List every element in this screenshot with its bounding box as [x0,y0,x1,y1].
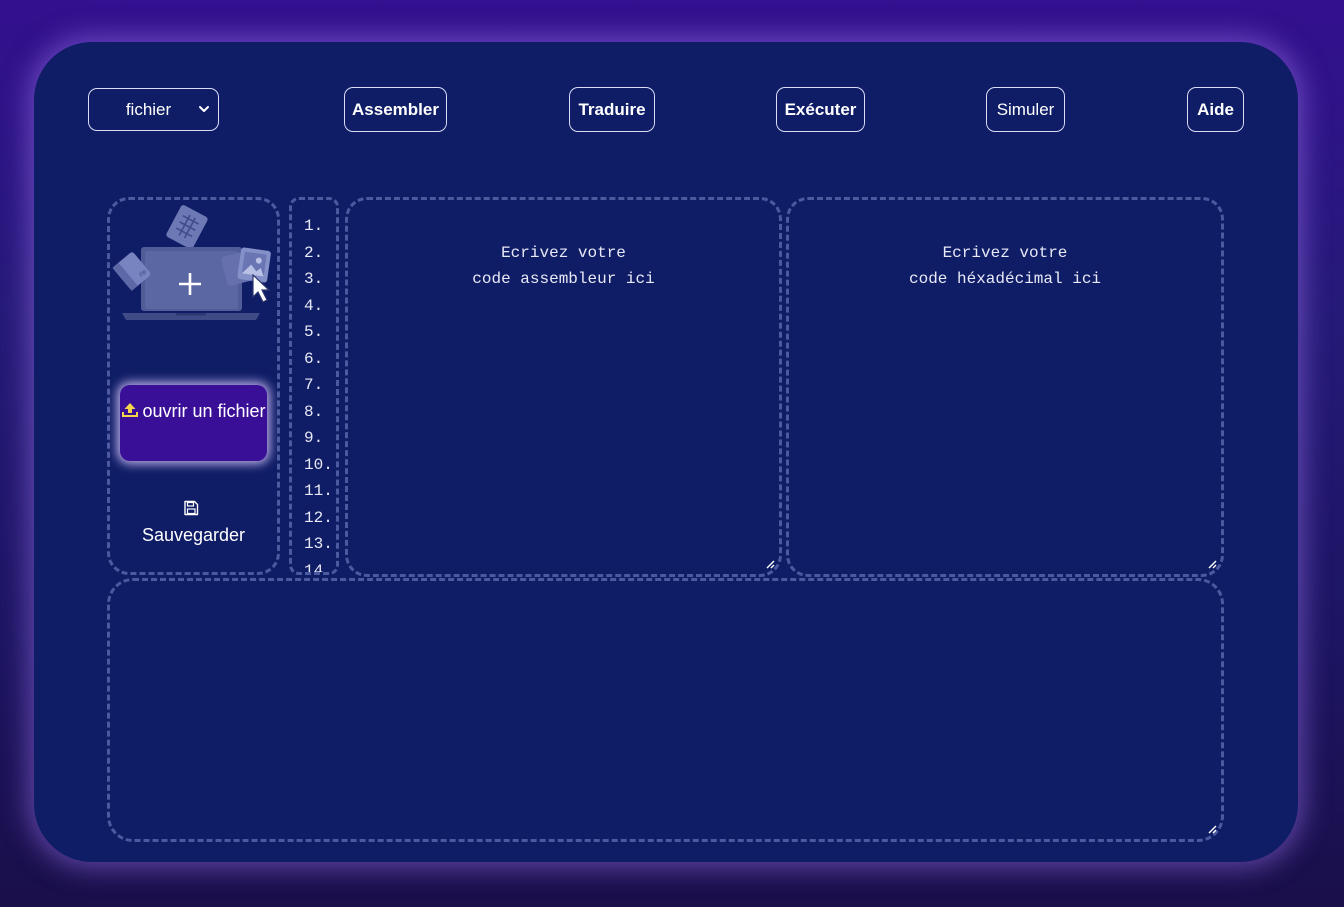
line-number: 4. [304,296,324,315]
assembly-placeholder: Ecrivez votre code assembleur ici [472,244,655,288]
open-file-label: ouvrir un fichier [142,401,266,421]
line-number: 10. [304,455,333,474]
line-number: 12. [304,508,333,527]
hex-code-editor[interactable]: Ecrivez votre code héxadécimal ici [786,197,1224,577]
line-number-list: 1. 2. 3. 4. 5. 6. 7. 8. 9. 10. 11. 12. 13. 14. [304,213,333,575]
file-select-value: fichier [125,99,172,119]
resize-handle-icon[interactable] [1207,559,1217,569]
resize-handle-icon[interactable] [1207,824,1217,834]
line-number-gutter: 1. 2. 3. 4. 5. 6. 7. 8. 9. 10. 11. 12. 13. 14. [289,197,339,575]
file-select[interactable]: fichier [88,88,219,131]
simulate-button[interactable]: Simuler [986,87,1065,132]
line-number: 11. [304,482,333,500]
line-number: 8. [304,402,324,421]
upload-icon [122,403,139,417]
line-number: 7. [304,376,324,394]
hex-placeholder: Ecrivez votre code héxadécimal ici [908,244,1102,288]
help-button[interactable]: Aide [1187,87,1244,132]
line-number: 9. [304,429,324,447]
open-file-button[interactable]: ouvrir un fichier [120,385,267,461]
execute-button[interactable]: Exécuter [776,87,865,132]
line-number: 2. [304,243,324,262]
translate-button[interactable]: Traduire [569,87,655,132]
line-number: 5. [304,323,324,341]
output-console[interactable] [107,578,1224,842]
line-number: 3. [304,270,324,288]
line-number: 14. [304,561,333,575]
resize-handle-icon[interactable] [765,559,775,569]
line-number: 1. [304,217,324,235]
line-number: 6. [304,349,324,368]
assembly-code-editor[interactable]: Ecrivez votre code assembleur ici [345,197,782,577]
laptop-add-files-illustration: zip [112,205,271,320]
save-button[interactable]: Sauvegarder [107,525,280,546]
line-number: 13. [304,535,333,553]
chevron-down-icon [199,106,209,112]
floppy-disk-icon[interactable] [183,500,199,516]
assemble-button[interactable]: Assembler [344,87,447,132]
